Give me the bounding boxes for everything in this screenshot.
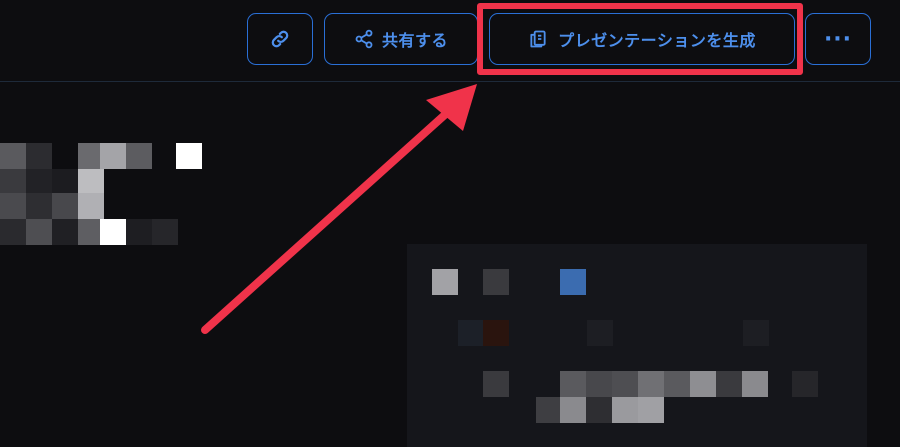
pixel-block <box>100 143 126 169</box>
share-button[interactable]: 共有する <box>324 13 478 65</box>
pixel-block <box>78 143 104 169</box>
pixel-block <box>152 219 178 245</box>
pixel-block <box>26 169 52 195</box>
pixel-block <box>0 169 26 195</box>
pixel-block <box>0 193 26 219</box>
more-options-button[interactable]: ··· <box>805 13 871 65</box>
top-toolbar: 共有する プレゼンテーションを生成 ··· <box>0 0 900 82</box>
pixel-block <box>78 193 104 219</box>
pixelated-panel <box>407 244 867 447</box>
pixel-block <box>638 371 664 397</box>
pixel-block <box>52 219 78 245</box>
pixel-block <box>26 193 52 219</box>
pixel-block <box>792 371 818 397</box>
generate-presentation-button[interactable]: プレゼンテーションを生成 <box>489 13 795 65</box>
pixel-block <box>536 397 562 423</box>
pixel-block <box>458 320 484 346</box>
pixel-block <box>176 143 202 169</box>
pixel-block <box>26 143 52 169</box>
pixel-block <box>26 219 52 245</box>
pixel-block <box>743 320 769 346</box>
pixel-block <box>78 219 104 245</box>
pixel-block <box>612 371 638 397</box>
pixel-block <box>560 269 586 295</box>
pixel-block <box>690 371 716 397</box>
pixel-block <box>100 219 126 245</box>
presentation-icon <box>530 30 546 48</box>
pixel-block <box>126 143 152 169</box>
pixel-block <box>560 397 586 423</box>
pixel-block <box>483 269 509 295</box>
share-button-label: 共有する <box>381 31 448 50</box>
pixel-block <box>483 371 509 397</box>
link-icon <box>271 30 289 48</box>
pixel-block <box>52 169 78 195</box>
pixel-block <box>586 371 612 397</box>
pixel-block <box>52 193 78 219</box>
pixel-block <box>612 397 638 423</box>
pixel-block <box>126 219 152 245</box>
copy-link-button[interactable] <box>247 13 313 65</box>
more-dots-icon: ··· <box>823 26 853 52</box>
pixel-block <box>587 320 613 346</box>
pixel-block <box>586 397 612 423</box>
pixel-block <box>483 320 509 346</box>
generate-presentation-label: プレゼンテーションを生成 <box>558 31 756 50</box>
share-icon <box>355 29 373 49</box>
pixel-block <box>0 143 26 169</box>
pixel-block <box>78 169 104 195</box>
pixel-block <box>716 371 742 397</box>
pixel-block <box>638 397 664 423</box>
pixel-block <box>742 371 768 397</box>
pixel-block <box>0 219 26 245</box>
pixel-block <box>560 371 586 397</box>
pixel-block <box>432 269 458 295</box>
pixel-block <box>664 371 690 397</box>
